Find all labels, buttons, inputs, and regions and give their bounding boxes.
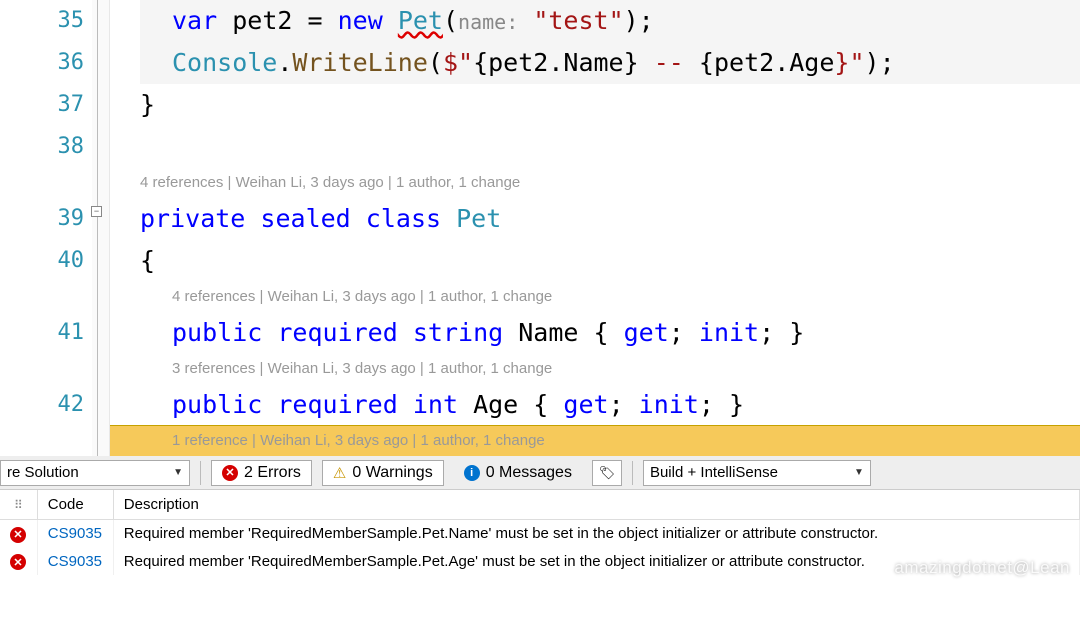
codelens[interactable]: 4 references | Weihan Li, 3 days ago | 1… xyxy=(140,168,1080,198)
line-number: 35 xyxy=(0,0,84,42)
code-line[interactable] xyxy=(140,126,1080,168)
fold-toggle-icon[interactable]: − xyxy=(91,206,102,217)
line-number: 36 xyxy=(0,42,84,84)
line-number: 38 xyxy=(0,126,84,168)
line-number: 40 xyxy=(0,240,84,282)
code-line[interactable]: public required int Age { get; init; } xyxy=(140,384,1080,426)
chevron-down-icon: ▼ xyxy=(173,467,183,478)
code-editor[interactable]: var pet2 = new Pet(name: "test"); Consol… xyxy=(110,0,1080,456)
error-squiggle[interactable]: Pet xyxy=(398,6,443,35)
column-header-icon[interactable]: ⠿ xyxy=(0,490,37,520)
source-dropdown-label: Build + IntelliSense xyxy=(650,464,778,481)
codelens[interactable]: 3 references | Weihan Li, 3 days ago | 1… xyxy=(140,354,1080,384)
code-line[interactable]: } xyxy=(140,84,1080,126)
clear-filter-button[interactable]: 🏷 xyxy=(592,460,622,486)
error-icon: ✕ xyxy=(10,527,26,543)
warnings-count-label: 0 Warnings xyxy=(352,464,432,482)
line-number: 39 xyxy=(0,198,84,240)
column-header-code[interactable]: Code xyxy=(37,490,113,520)
outline-margin[interactable]: − xyxy=(92,0,110,456)
scope-dropdown-label: re Solution xyxy=(7,464,79,481)
error-row[interactable]: ✕ CS9035 Required member 'RequiredMember… xyxy=(0,548,1080,576)
inline-param-hint: name: xyxy=(458,10,518,34)
codelens[interactable]: 4 references | Weihan Li, 3 days ago | 1… xyxy=(140,282,1080,312)
error-description: Required member 'RequiredMemberSample.Pe… xyxy=(113,548,1079,576)
source-dropdown[interactable]: Build + IntelliSense ▼ xyxy=(643,460,871,486)
code-line[interactable]: public required string Name { get; init;… xyxy=(140,312,1080,354)
errors-count-label: 2 Errors xyxy=(244,464,301,482)
line-number: 41 xyxy=(0,312,84,354)
error-list-toolbar: re Solution ▼ ✕ 2 Errors ⚠ 0 Warnings i … xyxy=(0,456,1080,490)
grip-icon: ⠿ xyxy=(10,498,27,512)
info-icon: i xyxy=(464,465,480,481)
line-number: 42 xyxy=(0,384,84,426)
error-icon: ✕ xyxy=(222,465,238,481)
messages-filter-button[interactable]: i 0 Messages xyxy=(454,460,582,486)
code-line[interactable]: private sealed class Pet xyxy=(140,198,1080,240)
error-list-table: ⠿ Code Description ✕ CS9035 Required mem… xyxy=(0,490,1080,575)
code-line[interactable]: var pet2 = new Pet(name: "test"); xyxy=(140,0,1080,42)
chevron-down-icon: ▼ xyxy=(854,467,864,478)
messages-count-label: 0 Messages xyxy=(486,464,572,482)
code-line[interactable]: Console.WriteLine($"{pet2.Name} -- {pet2… xyxy=(140,42,1080,84)
errors-filter-button[interactable]: ✕ 2 Errors xyxy=(211,460,312,486)
code-line[interactable]: { xyxy=(140,240,1080,282)
codelens[interactable]: 1 reference | Weihan Li, 3 days ago | 1 … xyxy=(140,426,1080,456)
error-icon: ✕ xyxy=(10,554,26,570)
toolbar-separator xyxy=(200,461,201,485)
warnings-filter-button[interactable]: ⚠ 0 Warnings xyxy=(322,460,444,486)
toolbar-separator xyxy=(632,461,633,485)
column-header-description[interactable]: Description xyxy=(113,490,1079,520)
scope-dropdown[interactable]: re Solution ▼ xyxy=(0,460,190,486)
warning-icon: ⚠ xyxy=(333,464,346,482)
error-description: Required member 'RequiredMemberSample.Pe… xyxy=(113,520,1079,548)
filter-clear-icon: 🏷 xyxy=(599,465,616,481)
error-code-link[interactable]: CS9035 xyxy=(48,553,102,570)
error-code-link[interactable]: CS9035 xyxy=(48,525,102,542)
line-number: 37 xyxy=(0,84,84,126)
error-row[interactable]: ✕ CS9035 Required member 'RequiredMember… xyxy=(0,520,1080,548)
line-number-gutter: 35 36 37 38 39 40 41 42 xyxy=(0,0,92,456)
